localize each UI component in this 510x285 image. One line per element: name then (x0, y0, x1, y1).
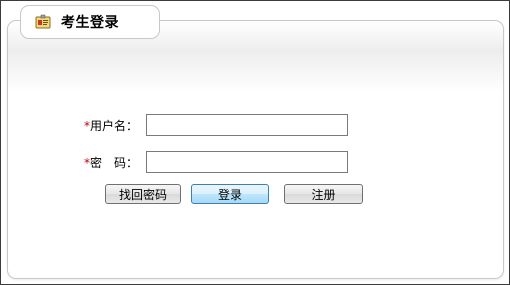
page-title: 考生登录 (61, 15, 119, 31)
password-label: *密 码： (84, 154, 146, 171)
username-label: *用户名： (84, 117, 146, 134)
login-panel (7, 20, 504, 279)
username-input[interactable] (146, 114, 348, 136)
username-row: *用户名： (84, 114, 348, 136)
password-row: *密 码： (84, 151, 348, 173)
password-label-text: 密 码： (90, 155, 139, 170)
register-button[interactable]: 注册 (284, 184, 363, 204)
login-tab-header: 考生登录 (20, 5, 160, 39)
login-button[interactable]: 登录 (191, 184, 269, 204)
username-label-text: 用户名： (90, 118, 139, 133)
id-card-icon (35, 14, 51, 30)
forgot-password-button[interactable]: 找回密码 (105, 184, 181, 204)
password-input[interactable] (146, 151, 348, 173)
